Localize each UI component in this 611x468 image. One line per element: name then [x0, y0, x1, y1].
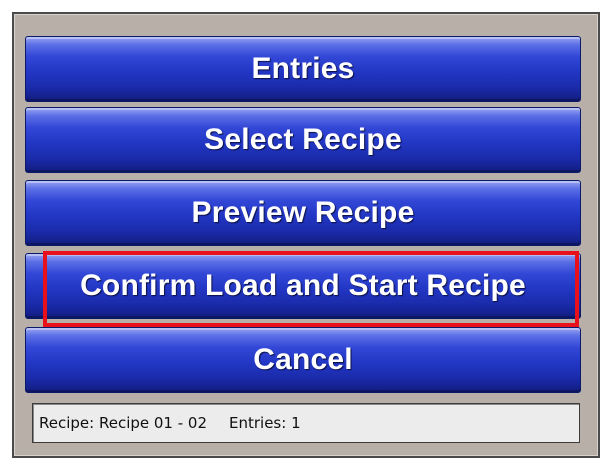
status-entries-text: Entries: 1 [229, 414, 301, 432]
select-recipe-button[interactable]: Select Recipe [25, 107, 581, 173]
preview-recipe-button-label: Preview Recipe [191, 196, 415, 229]
cancel-button[interactable]: Cancel [25, 327, 581, 393]
preview-recipe-button[interactable]: Preview Recipe [25, 180, 581, 246]
status-recipe-text: Recipe: Recipe 01 - 02 [39, 414, 207, 432]
confirm-load-start-recipe-button[interactable]: Confirm Load and Start Recipe [25, 253, 581, 319]
confirm-load-start-recipe-button-label: Confirm Load and Start Recipe [80, 269, 526, 302]
entries-button-label: Entries [251, 52, 355, 85]
recipe-status-bar: Recipe: Recipe 01 - 02 Entries: 1 [32, 403, 580, 443]
select-recipe-button-label: Select Recipe [204, 123, 402, 156]
entries-button[interactable]: Entries [25, 36, 581, 102]
cancel-button-label: Cancel [253, 343, 353, 376]
